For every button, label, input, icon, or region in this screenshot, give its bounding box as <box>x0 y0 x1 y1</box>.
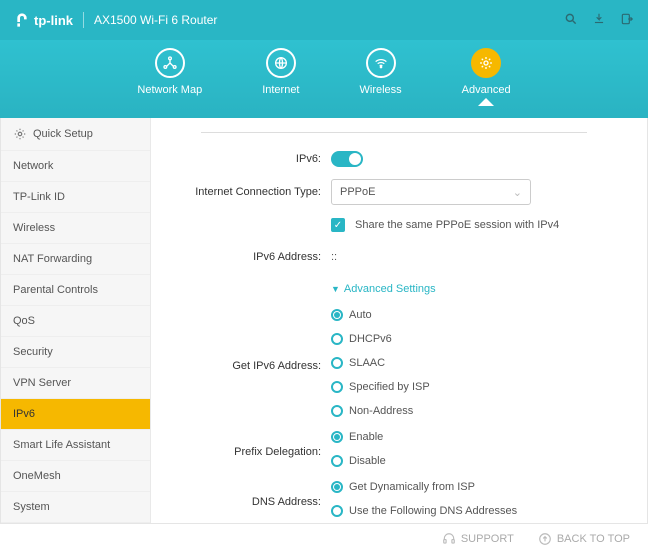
back-to-top-label: BACK TO TOP <box>557 533 630 545</box>
conn-type-value: PPPoE <box>340 186 375 198</box>
sidebar-item-onemesh[interactable]: OneMesh <box>1 461 150 492</box>
footer: SUPPORT BACK TO TOP <box>0 523 648 553</box>
sidebar-item-system[interactable]: System <box>1 492 150 523</box>
top-rule <box>201 132 587 133</box>
get-addr-option-auto[interactable]: Auto <box>331 309 627 321</box>
sidebar-item-label: NAT Forwarding <box>13 253 92 265</box>
ipv6-toggle[interactable] <box>331 151 363 167</box>
sidebar-item-label: TP-Link ID <box>13 191 65 203</box>
sidebar-item-label: Parental Controls <box>13 284 98 296</box>
top-bar: tp-link AX1500 Wi-Fi 6 Router <box>0 0 648 40</box>
sidebar-item-label: Quick Setup <box>33 128 93 140</box>
sidebar-item-label: VPN Server <box>13 377 71 389</box>
brand-logo: tp-link <box>14 12 73 28</box>
get-addr-option-non[interactable]: Non-Address <box>331 405 627 417</box>
network-map-icon <box>155 48 185 78</box>
sidebar-item-label: Network <box>13 160 53 172</box>
led-icon[interactable] <box>592 12 606 29</box>
nav-label: Internet <box>262 84 299 96</box>
sidebar-item-parental[interactable]: Parental Controls <box>1 275 150 306</box>
nav-label: Wireless <box>360 84 402 96</box>
sidebar-item-label: System <box>13 501 50 513</box>
adv-settings-label: Advanced Settings <box>344 283 436 295</box>
sidebar-item-security[interactable]: Security <box>1 337 150 368</box>
dns-option-static[interactable]: Use the Following DNS Addresses <box>331 505 627 517</box>
tplink-icon <box>14 12 30 28</box>
sidebar-item-ipv6[interactable]: IPv6 <box>1 399 150 430</box>
support-label: SUPPORT <box>461 533 514 545</box>
divider <box>83 12 84 28</box>
sidebar-item-label: QoS <box>13 315 35 327</box>
advanced-settings-link[interactable]: ▼ Advanced Settings <box>331 283 436 295</box>
nav-label: Network Map <box>137 84 202 96</box>
back-to-top-link[interactable]: BACK TO TOP <box>538 532 630 546</box>
dns-label: DNS Address: <box>161 496 331 508</box>
nav-network-map[interactable]: Network Map <box>137 48 202 96</box>
sidebar-item-label: Security <box>13 346 53 358</box>
advanced-icon <box>471 48 501 78</box>
sidebar-item-quick-setup[interactable]: Quick Setup <box>1 118 150 151</box>
nav-internet[interactable]: Internet <box>262 48 299 96</box>
logout-icon[interactable] <box>620 12 634 29</box>
main-nav: Network Map Internet Wireless Advanced <box>0 40 648 118</box>
get-addr-option-slaac[interactable]: SLAAC <box>331 357 627 369</box>
nav-label: Advanced <box>462 84 511 96</box>
search-icon[interactable] <box>564 12 578 29</box>
prefix-label: Prefix Delegation: <box>161 446 331 458</box>
get-addr-option-isp[interactable]: Specified by ISP <box>331 381 627 393</box>
sidebar-item-label: Smart Life Assistant <box>13 439 110 451</box>
sidebar-item-label: IPv6 <box>13 408 35 420</box>
headset-icon <box>442 532 456 546</box>
gear-icon <box>13 127 27 141</box>
sidebar-item-label: Wireless <box>13 222 55 234</box>
chevron-down-icon: ⌄ <box>513 186 522 199</box>
conn-type-label: Internet Connection Type: <box>161 186 331 198</box>
ipv6-addr-value: :: <box>331 251 337 263</box>
sidebar-item-network[interactable]: Network <box>1 151 150 182</box>
sidebar-item-wireless[interactable]: Wireless <box>1 213 150 244</box>
prefix-option-enable[interactable]: Enable <box>331 431 627 443</box>
ipv6-addr-label: IPv6 Address: <box>161 251 331 263</box>
main-area: Quick Setup Network TP-Link ID Wireless … <box>0 118 648 523</box>
dns-option-dynamic[interactable]: Get Dynamically from ISP <box>331 481 627 493</box>
triangle-down-icon: ▼ <box>331 284 340 294</box>
sidebar-item-nat[interactable]: NAT Forwarding <box>1 244 150 275</box>
brand-text: tp-link <box>34 13 73 28</box>
nav-wireless[interactable]: Wireless <box>360 48 402 96</box>
conn-type-select[interactable]: PPPoE ⌄ <box>331 179 531 205</box>
sidebar-item-vpn[interactable]: VPN Server <box>1 368 150 399</box>
ipv6-label: IPv6: <box>161 153 331 165</box>
product-name: AX1500 Wi-Fi 6 Router <box>94 13 217 27</box>
sidebar: Quick Setup Network TP-Link ID Wireless … <box>1 118 151 523</box>
internet-icon <box>266 48 296 78</box>
share-pppoe-checkbox[interactable]: ✓ <box>331 218 345 232</box>
arrow-up-icon <box>538 532 552 546</box>
share-pppoe-label: Share the same PPPoE session with IPv4 <box>355 219 559 231</box>
sidebar-item-qos[interactable]: QoS <box>1 306 150 337</box>
nav-advanced[interactable]: Advanced <box>462 48 511 96</box>
wireless-icon <box>366 48 396 78</box>
sidebar-item-tplink-id[interactable]: TP-Link ID <box>1 182 150 213</box>
sidebar-item-label: OneMesh <box>13 470 61 482</box>
prefix-option-disable[interactable]: Disable <box>331 455 627 467</box>
get-addr-label: Get IPv6 Address: <box>161 360 331 372</box>
sidebar-item-smartlife[interactable]: Smart Life Assistant <box>1 430 150 461</box>
support-link[interactable]: SUPPORT <box>442 532 514 546</box>
get-addr-option-dhcpv6[interactable]: DHCPv6 <box>331 333 627 345</box>
content-panel: IPv6: Internet Connection Type: PPPoE ⌄ … <box>151 118 647 523</box>
